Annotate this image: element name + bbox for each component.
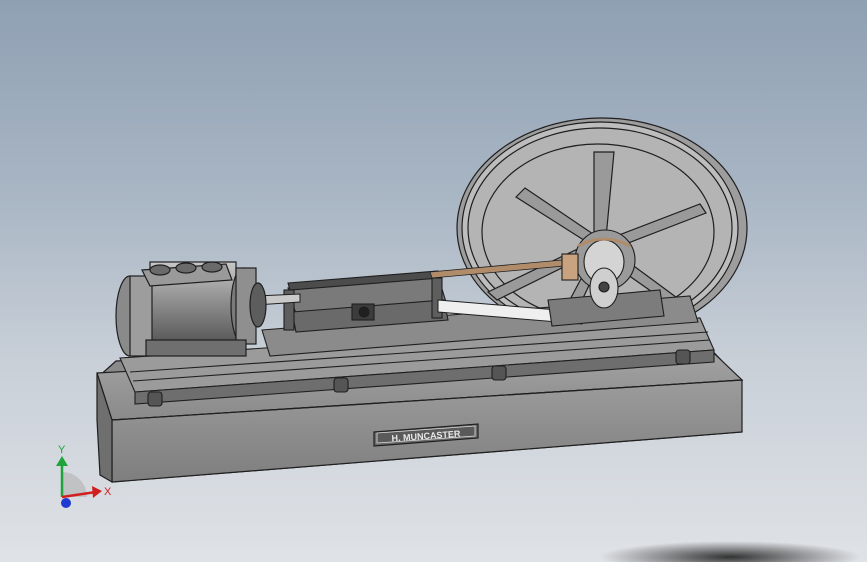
cad-model-viewport[interactable]: H. MUNCASTER Y X	[0, 0, 867, 562]
y-axis-arrow-icon	[56, 456, 68, 466]
x-axis-label: X	[104, 486, 112, 498]
z-axis-icon	[61, 498, 71, 508]
y-axis-label: Y	[58, 444, 66, 456]
ground-shadow	[600, 541, 860, 562]
x-axis-arrow-icon	[92, 486, 102, 498]
cylinder[interactable]	[115, 261, 267, 357]
